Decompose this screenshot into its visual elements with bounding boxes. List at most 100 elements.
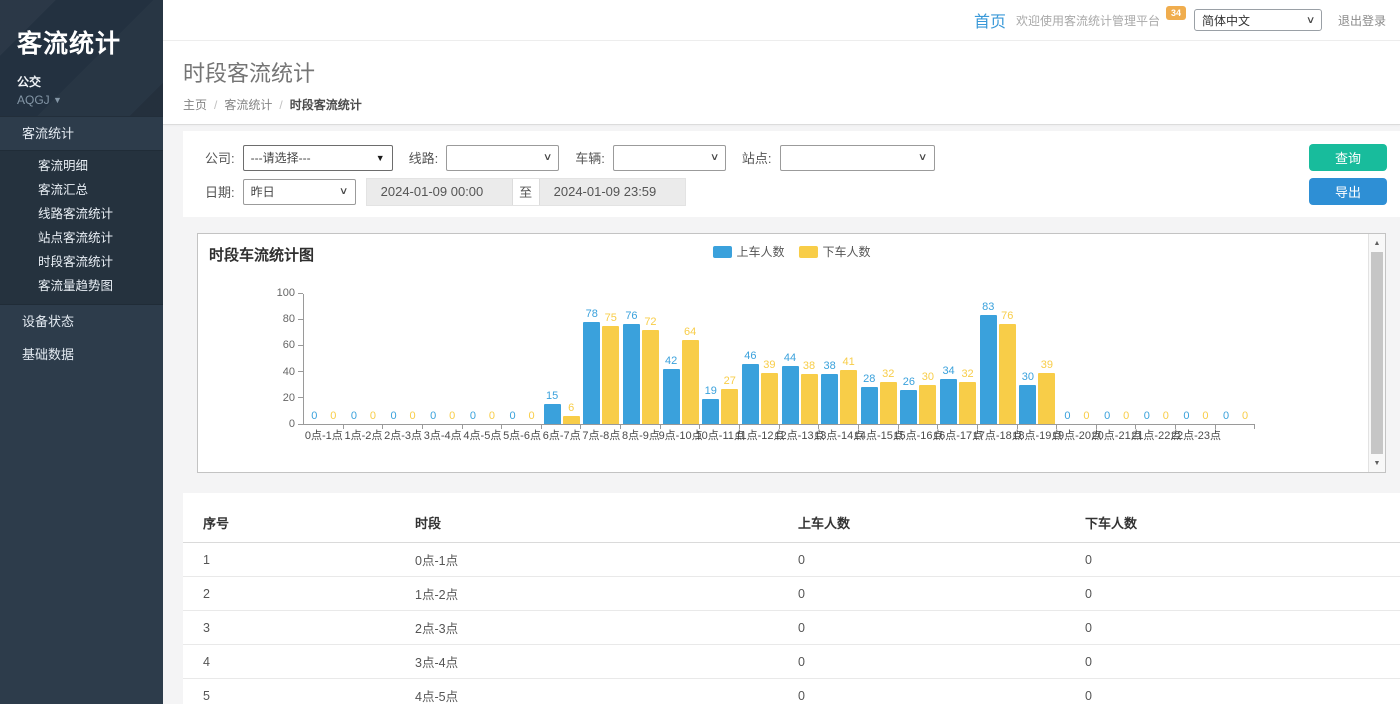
bar-wrap: 0 [1058,411,1077,424]
date-to-input[interactable]: 2024-01-09 23:59 [540,179,685,205]
bar-alighting [1038,373,1055,424]
vehicle-select[interactable]: ∨ [613,145,726,171]
table-cell: 2点-3点 [415,611,798,645]
chart-legend: 上车人数 下车人数 [712,243,870,260]
bar-value-label: 19 [705,386,717,397]
bar-value-label: 0 [509,411,515,422]
x-axis-label: 2点-3点 [384,427,422,443]
y-tick: 60 [283,339,303,351]
legend-item[interactable]: 上车人数 [712,243,784,260]
scrollbar-thumb[interactable] [1371,252,1383,454]
legend-label: 下车人数 [823,243,871,260]
scroll-down-arrow-icon[interactable]: ▼ [1369,455,1385,471]
sidebar-subitem-1[interactable]: 客流汇总 [0,178,163,202]
bar-group: 000点-1点 [304,293,344,424]
station-select[interactable]: ∨ [780,145,935,171]
sidebar-submenu: 客流明细客流汇总线路客流统计站点客流统计时段客流统计客流量趋势图 [0,150,163,305]
bar-group: 003点-4点 [423,293,463,424]
bar-wrap: 0 [1177,411,1196,424]
sidebar-item-1[interactable]: 设备状态 [0,305,163,338]
sidebar-subitem-5[interactable]: 客流量趋势图 [0,274,163,298]
query-button[interactable]: 查询 [1309,144,1387,171]
bar-wrap: 75 [601,313,620,424]
main-area: 首页 欢迎使用客流统计管理平台 34 简体中文 ∨ 退出登录 时段客流统计 主页… [163,0,1400,704]
column-header: 下车人数 [1085,505,1400,543]
company-select[interactable]: ---请选择--- ▼ [243,145,393,171]
chart-body: 020406080100 000点-1点001点-2点002点-3点003点-4… [303,294,1355,425]
sidebar-subitem-4[interactable]: 时段客流统计 [0,250,163,274]
bar-group: 283214点-15点 [859,293,899,424]
page-header: 时段客流统计 主页/客流统计/时段客流统计 [163,41,1400,125]
bar-wrap: 28 [860,374,879,424]
bar-value-label: 38 [824,361,836,372]
hourly-flow-table: 序号时段上车人数下车人数 10点-1点0021点-2点0032点-3点0043点… [183,505,1400,704]
bar-value-label: 0 [470,411,476,422]
bar-wrap: 0 [1098,411,1117,424]
sidebar: 客流统计 公交 AQGJ ▼ 客流统计客流明细客流汇总线路客流统计站点客流统计时… [0,0,163,704]
bar-wrap: 0 [443,411,462,424]
bar-value-label: 38 [803,361,815,372]
legend-label: 上车人数 [736,243,784,260]
line-select[interactable]: ∨ [446,145,559,171]
bar-value-label: 76 [1001,311,1013,322]
notification-badge[interactable]: 34 [1166,6,1186,20]
bar-group: 303918点-19点 [1018,293,1058,424]
sidebar-item-0[interactable]: 客流统计 [0,117,163,150]
breadcrumb-item[interactable]: 客流统计 [224,98,272,112]
table-cell: 2 [183,577,415,611]
bar-boarding [861,387,878,424]
bar-value-label: 0 [330,411,336,422]
bar-wrap: 32 [879,369,898,424]
legend-item[interactable]: 下车人数 [799,243,871,260]
table-row: 43点-4点00 [183,645,1400,679]
bar-wrap: 32 [958,369,977,424]
bar-wrap: 0 [344,411,363,424]
sidebar-subitem-0[interactable]: 客流明细 [0,154,163,178]
sidebar-item-2[interactable]: 基础数据 [0,338,163,371]
bar-value-label: 15 [546,391,558,402]
bar-wrap: 0 [463,411,482,424]
date-range-group: 2024-01-09 00:00 至 2024-01-09 23:59 [366,178,686,206]
home-link[interactable]: 首页 [974,8,1006,32]
y-tick: 0 [289,418,303,430]
chart-y-axis: 020406080100 [257,294,303,424]
bar-group: 004点-5点 [463,293,503,424]
bar-boarding [544,404,561,424]
bar-boarding [900,390,917,424]
column-header: 序号 [183,505,415,543]
table-cell: 3 [183,611,415,645]
language-value: 简体中文 [1202,12,1250,29]
bar-value-label: 41 [843,357,855,368]
logout-link[interactable]: 退出登录 [1338,12,1386,29]
y-tick: 100 [277,287,303,299]
bar-group: 002点-3点 [383,293,423,424]
bar-boarding [623,324,640,424]
bar-wrap: 72 [641,317,660,424]
table-cell: 0 [798,611,1085,645]
table-cell: 0 [1085,543,1400,577]
breadcrumb-item[interactable]: 主页 [183,98,207,112]
bar-value-label: 39 [1041,360,1053,371]
sidebar-subitem-2[interactable]: 线路客流统计 [0,202,163,226]
export-button[interactable]: 导出 [1309,178,1387,205]
bar-wrap: 30 [918,372,937,424]
bar-boarding [980,315,997,424]
date-preset-value: 昨日 [251,183,275,200]
bar-wrap: 0 [1156,411,1175,424]
date-preset-select[interactable]: 昨日 ∨ [243,179,356,205]
sidebar-subitem-3[interactable]: 站点客流统计 [0,226,163,250]
y-tick-label: 100 [277,287,295,299]
bar-wrap: 0 [503,411,522,424]
sidebar-logo-area: 客流统计 公交 AQGJ ▼ [0,0,163,116]
bar-boarding [782,366,799,424]
bar-value-label: 0 [1202,411,1208,422]
bar-value-label: 83 [982,302,994,313]
bar-wrap: 0 [424,411,443,424]
scroll-up-arrow-icon[interactable]: ▲ [1369,235,1385,251]
bar-value-label: 72 [644,317,656,328]
chart-scrollbar[interactable]: ▲ ▼ [1368,234,1385,472]
bar-alighting [642,330,659,424]
date-from-input[interactable]: 2024-01-09 00:00 [367,179,512,205]
language-select[interactable]: 简体中文 ∨ [1194,9,1322,31]
org-code-dropdown[interactable]: AQGJ ▼ [17,93,163,107]
